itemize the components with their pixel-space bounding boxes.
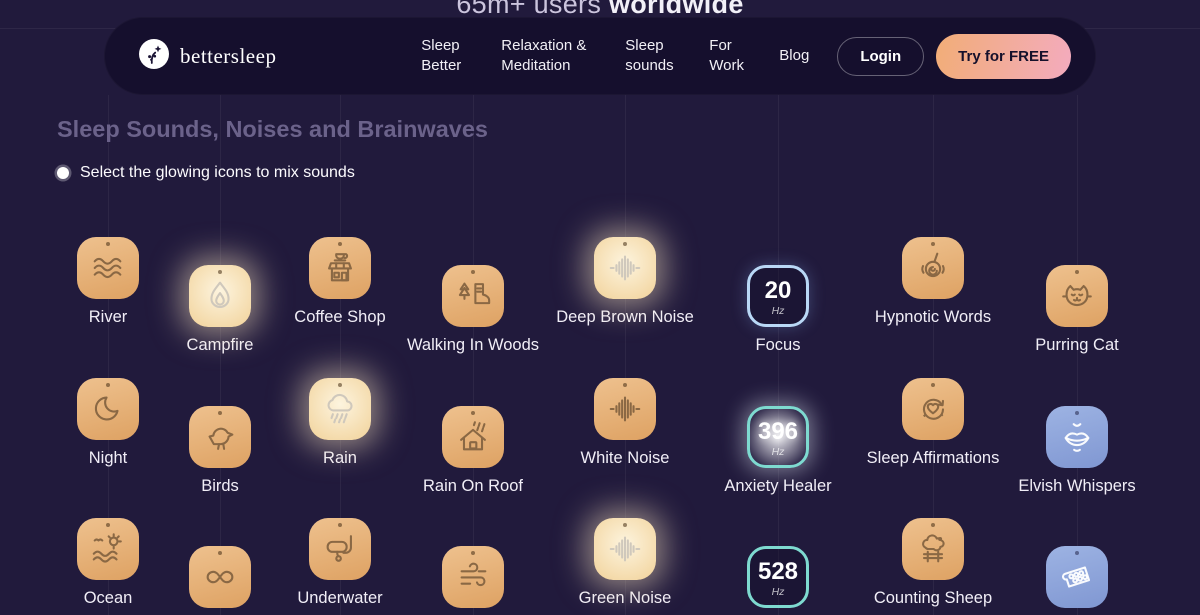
bird-icon[interactable] bbox=[189, 406, 251, 468]
brand-wordmark: bettersleep bbox=[180, 44, 276, 69]
sound-label: Elvish Whispers bbox=[1018, 477, 1135, 496]
focus-20hz-icon[interactable]: 20 Hz bbox=[747, 265, 809, 327]
sound-walking-in-woods[interactable]: Walking In Woods bbox=[398, 265, 548, 355]
sound-deep-brown-noise[interactable]: Deep Brown Noise bbox=[550, 237, 700, 327]
nav-blog[interactable]: Blog bbox=[779, 46, 809, 66]
sound-label: River bbox=[89, 308, 128, 327]
sound-coffee-shop[interactable]: Coffee Shop bbox=[265, 237, 415, 327]
sound-label: Coffee Shop bbox=[294, 308, 385, 327]
nav-sleep-better[interactable]: Sleep Better bbox=[421, 36, 469, 76]
pendulum-icon[interactable] bbox=[902, 237, 964, 299]
navbar: bettersleep Sleep Better Relaxation & Me… bbox=[104, 17, 1096, 95]
bettersleep-logo-icon bbox=[139, 39, 169, 74]
sound-wind[interactable] bbox=[398, 546, 548, 608]
nav-relaxation-meditation[interactable]: Relaxation & Meditation bbox=[501, 36, 593, 76]
woods-boot-icon[interactable] bbox=[442, 265, 504, 327]
river-icon[interactable] bbox=[77, 237, 139, 299]
page-title: Sleep Sounds, Noises and Brainwaves bbox=[57, 116, 488, 143]
sound-label: Sleep Affirmations bbox=[867, 449, 1000, 468]
sound-green-noise[interactable]: Green Noise bbox=[550, 518, 700, 608]
sound-counting-sheep[interactable]: Counting Sheep bbox=[858, 518, 1008, 608]
campfire-icon[interactable] bbox=[189, 265, 251, 327]
sound-label: White Noise bbox=[581, 449, 670, 468]
sound-label: Birds bbox=[201, 477, 239, 496]
sound-label: Walking In Woods bbox=[407, 336, 539, 355]
sound-bubble-wrap[interactable] bbox=[1002, 546, 1152, 608]
sound-528hz[interactable]: 528 Hz bbox=[703, 546, 853, 608]
sound-purring-cat[interactable]: Purring Cat bbox=[1002, 265, 1152, 355]
sound-label: Campfire bbox=[187, 336, 254, 355]
sound-label: Deep Brown Noise bbox=[556, 308, 694, 327]
sound-label: Rain On Roof bbox=[423, 477, 523, 496]
sound-rain-on-roof[interactable]: Rain On Roof bbox=[398, 406, 548, 496]
ocean-icon[interactable] bbox=[77, 518, 139, 580]
infinity-icon[interactable] bbox=[189, 546, 251, 608]
nav-sleep-sounds[interactable]: Sleep sounds bbox=[625, 36, 677, 76]
sound-label: Anxiety Healer bbox=[724, 477, 831, 496]
sound-anxiety-healer-396hz[interactable]: 396 Hz Anxiety Healer bbox=[703, 406, 853, 496]
bubble-wrap-icon[interactable] bbox=[1046, 546, 1108, 608]
sound-label: Counting Sheep bbox=[874, 589, 992, 608]
sound-white-noise[interactable]: White Noise bbox=[550, 378, 700, 468]
cat-face-icon[interactable] bbox=[1046, 265, 1108, 327]
528hz-icon[interactable]: 528 Hz bbox=[747, 546, 809, 608]
waveform-icon[interactable] bbox=[594, 518, 656, 580]
diving-mask-icon[interactable] bbox=[309, 518, 371, 580]
nav-for-work[interactable]: For Work bbox=[709, 36, 747, 76]
sound-label: Rain bbox=[323, 449, 357, 468]
nav-links: Sleep Better Relaxation & Meditation Sle… bbox=[421, 36, 809, 76]
sound-focus-20hz[interactable]: 20 Hz Focus bbox=[703, 265, 853, 355]
lips-icon[interactable] bbox=[1046, 406, 1108, 468]
sound-sleep-affirmations[interactable]: Sleep Affirmations bbox=[858, 378, 1008, 468]
sound-rain[interactable]: Rain bbox=[265, 378, 415, 468]
sound-label: Focus bbox=[756, 336, 801, 355]
sound-underwater[interactable]: Underwater bbox=[265, 518, 415, 608]
house-rain-icon[interactable] bbox=[442, 406, 504, 468]
sound-label: Hypnotic Words bbox=[875, 308, 991, 327]
sound-label: Purring Cat bbox=[1035, 336, 1118, 355]
moon-icon[interactable] bbox=[77, 378, 139, 440]
sound-label: Night bbox=[89, 449, 128, 468]
sound-label: Underwater bbox=[297, 589, 382, 608]
sound-label: Ocean bbox=[84, 589, 133, 608]
heart-affirmation-icon[interactable] bbox=[902, 378, 964, 440]
coffee-shop-icon[interactable] bbox=[309, 237, 371, 299]
rain-cloud-icon[interactable] bbox=[309, 378, 371, 440]
brand-logo[interactable]: bettersleep bbox=[139, 39, 276, 74]
sound-hypnotic-words[interactable]: Hypnotic Words bbox=[858, 237, 1008, 327]
anxiety-healer-396hz-icon[interactable]: 396 Hz bbox=[747, 406, 809, 468]
bettersleep-page: 65m+ users worldwide bettersleep Sleep B… bbox=[0, 0, 1200, 615]
sound-elvish-whispers[interactable]: Elvish Whispers bbox=[1002, 406, 1152, 496]
sound-label: Green Noise bbox=[579, 589, 672, 608]
login-button[interactable]: Login bbox=[837, 37, 924, 76]
sheep-icon[interactable] bbox=[902, 518, 964, 580]
wind-icon[interactable] bbox=[442, 546, 504, 608]
mix-sounds-hint: Select the glowing icons to mix sounds bbox=[57, 164, 355, 182]
try-for-free-button[interactable]: Try for FREE bbox=[936, 34, 1071, 79]
waveform-icon[interactable] bbox=[594, 378, 656, 440]
radio-dot-icon bbox=[57, 167, 69, 179]
waveform-icon[interactable] bbox=[594, 237, 656, 299]
